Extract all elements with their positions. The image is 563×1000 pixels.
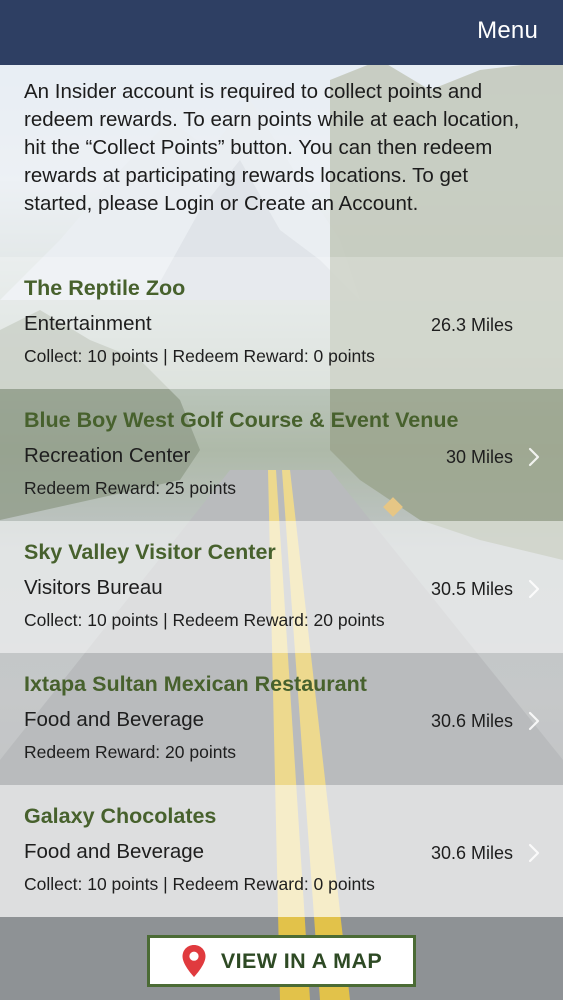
location-category: Food and Beverage [24, 708, 205, 731]
location-name: Blue Boy West Golf Course & Event Venue [24, 408, 459, 432]
location-list: The Reptile Zoo Entertainment 26.3 Miles… [0, 257, 563, 917]
location-row[interactable]: Ixtapa Sultan Mexican Restaurant Food an… [0, 653, 563, 785]
chevron-right-icon [528, 579, 540, 599]
location-points: Redeem Reward: 20 points [24, 742, 237, 762]
menu-button[interactable]: Menu [477, 17, 538, 45]
location-row[interactable]: The Reptile Zoo Entertainment 26.3 Miles… [0, 257, 563, 389]
top-nav-bar: Menu [0, 0, 563, 65]
location-distance: 30.5 Miles [430, 579, 513, 599]
chevron-right-icon [528, 711, 540, 731]
location-name: Galaxy Chocolates [24, 804, 217, 828]
view-in-map-button[interactable]: VIEW IN A MAP [147, 935, 416, 987]
intro-text: An Insider account is required to collec… [24, 80, 520, 215]
location-row[interactable]: Galaxy Chocolates Food and Beverage 30.6… [0, 785, 563, 917]
location-category: Food and Beverage [24, 840, 205, 863]
location-row[interactable]: Blue Boy West Golf Course & Event Venue … [0, 389, 563, 521]
location-distance: 30 Miles [445, 447, 513, 467]
chevron-right-icon [528, 447, 540, 467]
location-name: Sky Valley Visitor Center [24, 540, 276, 564]
location-points: Collect: 10 points | Redeem Reward: 0 po… [24, 346, 375, 366]
map-pin-icon [182, 945, 206, 977]
location-points: Collect: 10 points | Redeem Reward: 0 po… [24, 874, 375, 894]
location-points: Collect: 10 points | Redeem Reward: 20 p… [24, 610, 385, 630]
location-category: Visitors Bureau [24, 576, 163, 599]
location-name: Ixtapa Sultan Mexican Restaurant [24, 672, 367, 696]
location-category: Entertainment [24, 312, 152, 335]
chevron-right-icon [528, 843, 540, 863]
location-distance: 30.6 Miles [430, 711, 513, 731]
location-points: Redeem Reward: 25 points [24, 478, 237, 498]
view-in-map-label: VIEW IN A MAP [220, 948, 383, 973]
location-row[interactable]: Sky Valley Visitor Center Visitors Burea… [0, 521, 563, 653]
location-name: The Reptile Zoo [24, 276, 186, 300]
location-category: Recreation Center [24, 444, 191, 467]
location-distance: 26.3 Miles [430, 315, 513, 335]
location-distance: 30.6 Miles [430, 843, 513, 863]
intro-panel: An Insider account is required to collec… [0, 65, 563, 257]
